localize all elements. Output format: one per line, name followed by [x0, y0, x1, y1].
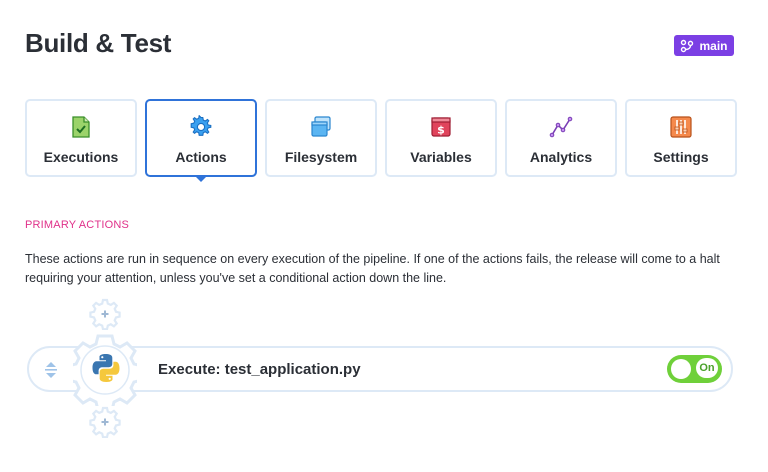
line-chart-icon — [549, 115, 573, 139]
add-action-below-button[interactable] — [89, 406, 121, 438]
svg-text:$: $ — [437, 124, 445, 137]
tab-actions[interactable]: Actions — [145, 99, 257, 182]
tab-label: Executions — [43, 149, 119, 165]
tab-analytics[interactable]: Analytics — [505, 99, 617, 177]
page-title: Build & Test — [25, 28, 172, 58]
action-title: Execute: test_application.py — [158, 361, 361, 378]
file-check-icon — [69, 115, 93, 139]
reorder-handle-icon[interactable] — [43, 361, 59, 379]
action-enabled-toggle[interactable]: On — [667, 355, 722, 383]
branch-name: main — [699, 38, 728, 53]
pipeline-tabs: Executions Actions Filesystem $ Variable… — [25, 99, 737, 182]
git-branch-icon — [681, 39, 694, 52]
add-action-above-button[interactable] — [89, 298, 121, 330]
tab-label: Filesystem — [284, 149, 358, 165]
python-icon — [92, 354, 120, 382]
section-description: These actions are run in sequence on eve… — [25, 252, 720, 285]
tab-label: Variables — [410, 149, 472, 165]
tab-settings[interactable]: Settings — [625, 99, 737, 177]
folder-window-icon — [309, 115, 333, 139]
toggle-knob — [671, 359, 691, 379]
tab-executions[interactable]: Executions — [25, 99, 137, 177]
tab-label: Actions — [175, 149, 227, 165]
tab-filesystem[interactable]: Filesystem — [265, 99, 377, 177]
gear-icon — [189, 115, 213, 139]
sliders-icon — [669, 115, 693, 139]
dollar-box-icon: $ — [429, 115, 453, 139]
toggle-label: On — [696, 358, 718, 378]
tab-variables[interactable]: $ Variables — [385, 99, 497, 177]
section-heading: PRIMARY ACTIONS — [25, 219, 130, 231]
tab-label: Settings — [653, 149, 709, 165]
tab-label: Analytics — [529, 149, 593, 165]
branch-badge[interactable]: main — [674, 35, 734, 56]
